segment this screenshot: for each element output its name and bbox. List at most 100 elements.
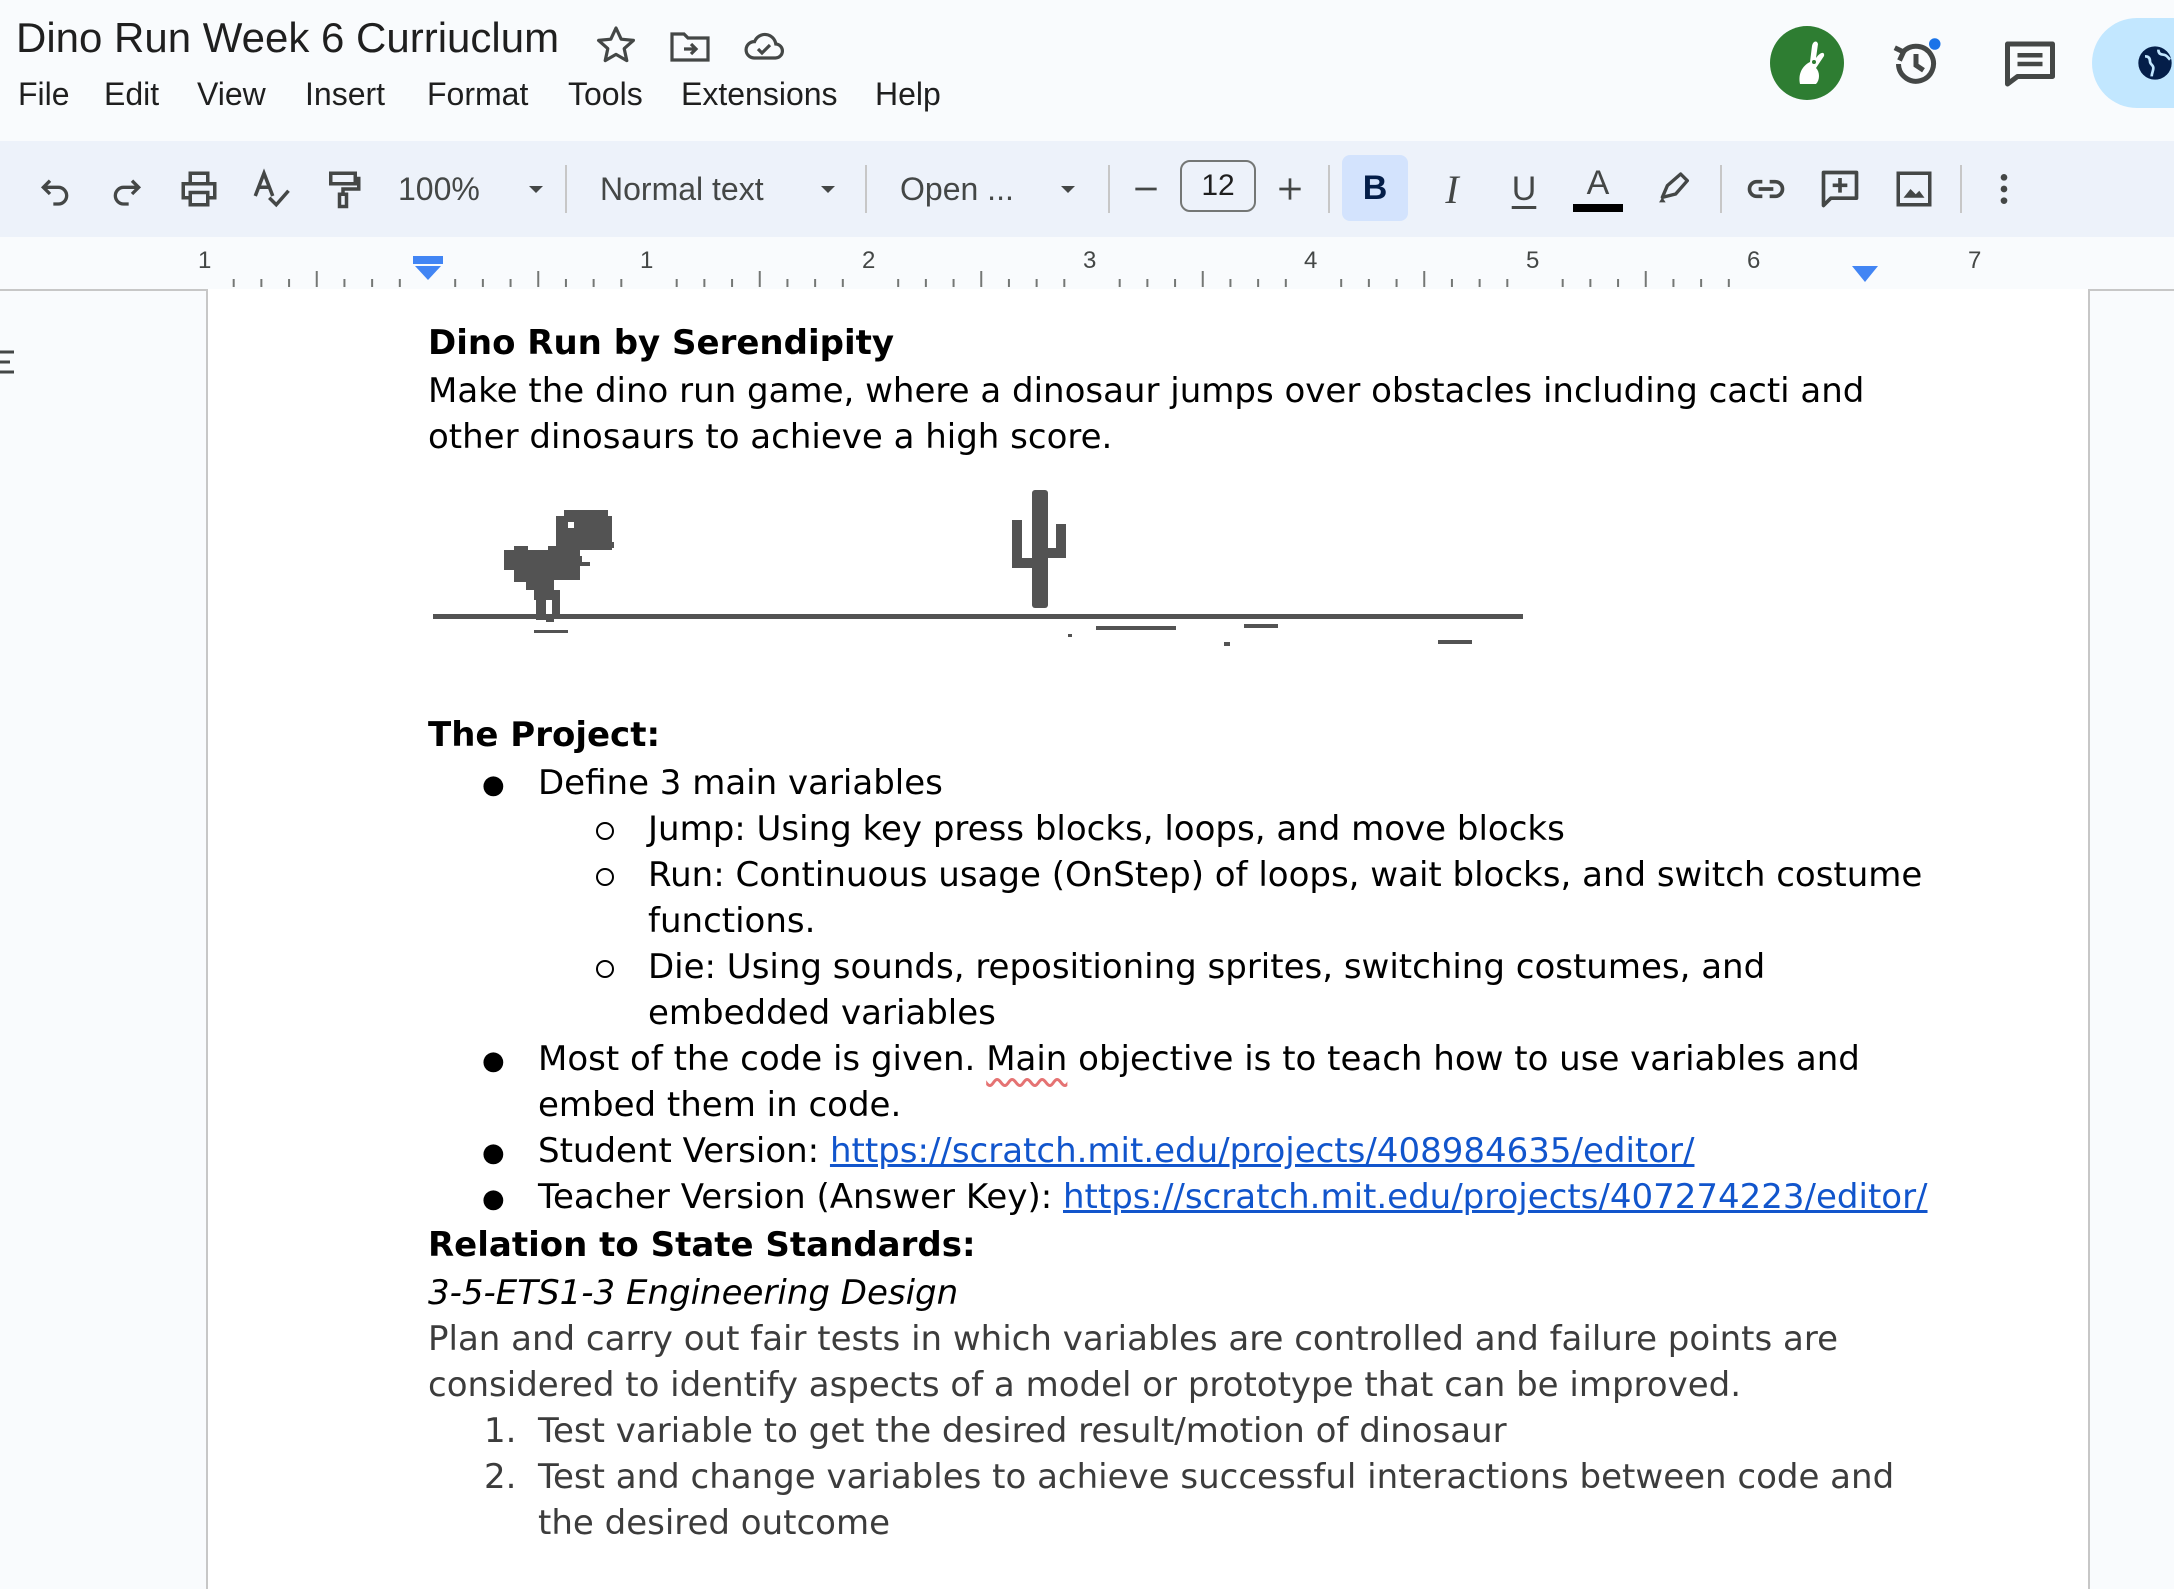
spellcheck-icon bbox=[253, 168, 290, 208]
cloud-saved-icon[interactable] bbox=[740, 22, 788, 70]
menu-extensions[interactable]: Extensions bbox=[681, 76, 838, 113]
menu-edit[interactable]: Edit bbox=[104, 76, 159, 113]
sub-bullet-marker bbox=[596, 868, 614, 886]
ruler-number: 3 bbox=[1083, 247, 1097, 274]
paint-format-button[interactable] bbox=[318, 161, 368, 217]
minus-icon bbox=[1135, 187, 1157, 191]
paragraph-style-select[interactable]: Normal text bbox=[600, 161, 840, 217]
menu-file[interactable]: File bbox=[18, 76, 70, 113]
dinosaur-icon bbox=[504, 510, 614, 622]
standard-text: Plan and carry out fair tests in which v… bbox=[428, 1319, 1839, 1359]
ground-line bbox=[433, 614, 1523, 619]
numbered-item: the desired outcome bbox=[538, 1503, 891, 1543]
zoom-select[interactable]: 100% bbox=[398, 161, 548, 217]
intro-text: other dinosaurs to achieve a high score. bbox=[428, 417, 1113, 457]
add-comment-icon bbox=[1821, 170, 1859, 208]
sub-list-item: Jump: Using key press blocks, loops, and… bbox=[648, 809, 1565, 849]
paragraph-style-value: Normal text bbox=[600, 170, 764, 207]
left-indent-marker[interactable] bbox=[413, 256, 443, 284]
bullet-marker: ● bbox=[482, 1138, 505, 1168]
insert-image-button[interactable] bbox=[1886, 161, 1942, 217]
sub-list-item: embedded variables bbox=[648, 993, 996, 1033]
comments-button[interactable] bbox=[2000, 34, 2060, 94]
font-family-value: Open ... bbox=[900, 170, 1014, 207]
add-comment-button[interactable] bbox=[1812, 161, 1868, 217]
dinosaur-eye bbox=[568, 522, 574, 528]
formatting-toolbar: 100% Normal text Open ... B I U A bbox=[0, 141, 2174, 237]
right-indent-marker[interactable] bbox=[1850, 266, 1880, 286]
italic-button[interactable]: I bbox=[1424, 161, 1480, 217]
dino-game-image[interactable] bbox=[428, 490, 1528, 670]
number-marker: 2. bbox=[484, 1457, 517, 1497]
menu-help[interactable]: Help bbox=[875, 76, 941, 113]
app-header: Dino Run Week 6 Curriuclum File Edit Vie… bbox=[0, 0, 2174, 141]
highlight-button[interactable] bbox=[1646, 161, 1702, 217]
document-title[interactable]: Dino Run Week 6 Curriuclum bbox=[16, 14, 559, 62]
more-options-button[interactable] bbox=[1982, 161, 2026, 217]
comment-icon bbox=[2005, 41, 2055, 87]
font-family-select[interactable]: Open ... bbox=[900, 161, 1080, 217]
spelling-suggestion[interactable]: Main bbox=[986, 1039, 1067, 1079]
menu-format[interactable]: Format bbox=[427, 76, 528, 113]
toolbar-divider bbox=[1108, 165, 1110, 213]
text-color-button[interactable]: A bbox=[1570, 161, 1626, 217]
toolbar-divider bbox=[1328, 165, 1330, 213]
redo-icon bbox=[113, 179, 142, 206]
document-outline-icon[interactable] bbox=[0, 348, 22, 388]
more-vert-icon bbox=[2000, 174, 2008, 204]
sub-list-item: Run: Continuous usage (OnStep) of loops,… bbox=[648, 855, 1923, 895]
intro-text: Make the dino run game, where a dinosaur… bbox=[428, 371, 1865, 411]
text-color-swatch bbox=[1573, 204, 1623, 212]
ruler-number: 1 bbox=[640, 247, 654, 274]
ruler-number: 7 bbox=[1968, 247, 1982, 274]
star-icon[interactable] bbox=[592, 22, 640, 70]
student-version-link[interactable]: https://scratch.mit.edu/projects/4089846… bbox=[830, 1131, 1695, 1171]
numbered-item: Test and change variables to achieve suc… bbox=[538, 1457, 1895, 1497]
list-item: Most of the code is given. Main objectiv… bbox=[538, 1039, 1860, 1079]
sub-list-item: Die: Using sounds, repositioning sprites… bbox=[648, 947, 1766, 987]
underline-button[interactable]: U bbox=[1496, 161, 1552, 217]
redo-button[interactable] bbox=[102, 161, 152, 217]
move-folder-icon[interactable] bbox=[666, 22, 714, 70]
print-icon bbox=[181, 171, 217, 207]
teacher-version-link[interactable]: https://scratch.mit.edu/projects/4072742… bbox=[1063, 1177, 1928, 1217]
image-icon bbox=[1896, 171, 1932, 207]
ruler-number: 4 bbox=[1304, 247, 1318, 274]
cactus-icon bbox=[1012, 490, 1066, 608]
list-item: Student Version: https://scratch.mit.edu… bbox=[538, 1131, 1695, 1171]
sub-bullet-marker bbox=[596, 960, 614, 978]
version-history-button[interactable] bbox=[1886, 34, 1946, 94]
menu-tools[interactable]: Tools bbox=[568, 76, 643, 113]
toolbar-divider bbox=[865, 165, 867, 213]
menu-view[interactable]: View bbox=[197, 76, 266, 113]
menu-insert[interactable]: Insert bbox=[305, 76, 385, 113]
avatar[interactable] bbox=[1770, 26, 1844, 100]
sub-bullet-marker bbox=[596, 822, 614, 840]
ruler-number: 6 bbox=[1747, 247, 1761, 274]
sub-list-item: functions. bbox=[648, 901, 816, 941]
paint-format-icon bbox=[329, 171, 361, 209]
decrease-font-size-button[interactable] bbox=[1124, 161, 1168, 217]
bold-button[interactable]: B bbox=[1342, 155, 1408, 221]
ruler-number: 1 bbox=[198, 247, 212, 274]
ruler: 1 1 2 3 4 5 6 7 bbox=[0, 237, 2174, 291]
undo-button[interactable] bbox=[30, 161, 80, 217]
spellcheck-button[interactable] bbox=[246, 161, 296, 217]
highlighter-icon bbox=[1659, 172, 1689, 203]
insert-link-button[interactable] bbox=[1738, 161, 1794, 217]
link-icon bbox=[1747, 179, 1785, 199]
increase-font-size-button[interactable] bbox=[1268, 161, 1312, 217]
standards-heading: Relation to State Standards: bbox=[428, 1225, 976, 1265]
bullet-marker: ● bbox=[482, 1184, 505, 1214]
bullet-marker: ● bbox=[482, 1046, 505, 1076]
print-button[interactable] bbox=[174, 161, 224, 217]
chevron-down-icon bbox=[821, 186, 835, 193]
list-item: Define 3 main variables bbox=[538, 763, 943, 803]
toolbar-divider bbox=[1720, 165, 1722, 213]
font-size-input[interactable]: 12 bbox=[1180, 160, 1256, 212]
share-button[interactable] bbox=[2092, 18, 2174, 108]
rabbit-avatar-icon bbox=[1799, 41, 1825, 84]
ruler-number: 5 bbox=[1526, 247, 1540, 274]
list-item: embed them in code. bbox=[538, 1085, 902, 1125]
plus-icon bbox=[1279, 178, 1301, 200]
